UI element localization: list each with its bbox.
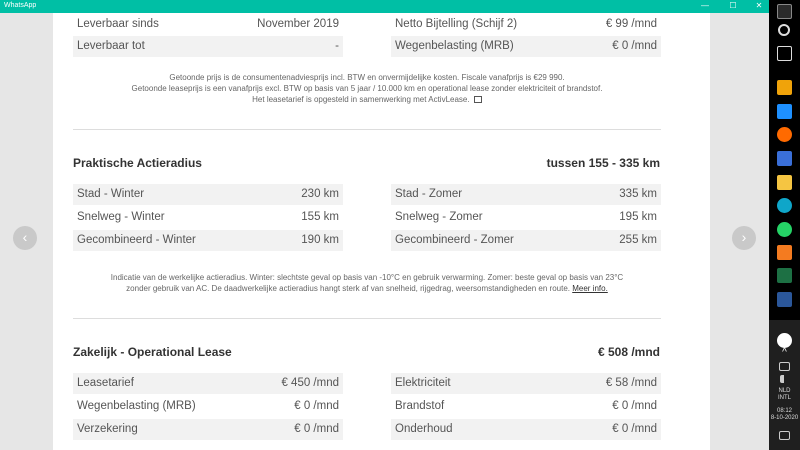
language-indicator[interactable]: NLD	[769, 388, 800, 395]
taskbar: ^ NLD INTL 08:12 8-10-2020	[769, 0, 800, 450]
lease-title: Zakelijk - Operational Lease	[73, 345, 232, 359]
lease-row: Verzekering € 0 /mnd	[73, 419, 343, 440]
lease-row: Brandstof € 0 /mnd	[391, 396, 661, 417]
spec-row: Leverbaar sinds November 2019	[73, 14, 343, 35]
maximize-button[interactable]: ☐	[722, 0, 744, 13]
range-row: Snelweg - Zomer 195 km	[391, 207, 661, 228]
word-icon[interactable]	[777, 292, 792, 307]
external-link-icon[interactable]	[473, 96, 482, 103]
more-info-link[interactable]: Meer info.	[572, 284, 608, 293]
app-icon[interactable]	[777, 245, 792, 260]
task-view-icon[interactable]	[777, 46, 792, 61]
lease-row: Leasetarief € 450 /mnd	[73, 373, 343, 394]
action-center-icon[interactable]	[779, 431, 790, 440]
prev-arrow-button[interactable]: ‹	[13, 226, 37, 250]
spec-row: Wegenbelasting (MRB) € 0 /mnd	[391, 36, 661, 57]
notification-app-icon[interactable]	[777, 333, 792, 348]
clock-date[interactable]: 8-10-2020	[769, 415, 800, 422]
edge-icon[interactable]	[777, 198, 792, 213]
range-row: Stad - Zomer 335 km	[391, 184, 661, 205]
network-icon[interactable]	[779, 362, 790, 371]
range-row: Snelweg - Winter 155 km	[73, 207, 343, 228]
window-title: WhatsApp	[4, 2, 37, 9]
window-titlebar: WhatsApp — ☐ ✕	[0, 0, 769, 13]
range-summary: tussen 155 - 335 km	[546, 156, 660, 170]
price-note: Getoonde prijs is de consumentenadviespr…	[131, 73, 603, 104]
firefox-icon[interactable]	[777, 127, 792, 142]
divider	[73, 318, 661, 319]
lease-row: Elektriciteit € 58 /mnd	[391, 373, 661, 394]
minimize-button[interactable]: —	[694, 0, 716, 13]
main-viewport: Leverbaar sinds November 2019 Leverbaar …	[0, 13, 769, 450]
range-note: Indicatie van de werkelijke actieradius.…	[110, 273, 624, 293]
range-row: Stad - Winter 230 km	[73, 184, 343, 205]
divider	[73, 129, 661, 130]
lease-row: Wegenbelasting (MRB) € 0 /mnd	[73, 396, 343, 417]
windows-start-icon[interactable]	[777, 4, 792, 19]
clock-time[interactable]: 08:12	[769, 408, 800, 415]
show-hidden-icons-button[interactable]: ^	[769, 347, 800, 358]
lease-row: Onderhoud € 0 /mnd	[391, 419, 661, 440]
next-arrow-button[interactable]: ›	[732, 226, 756, 250]
whatsapp-icon[interactable]	[777, 222, 792, 237]
store-icon[interactable]	[777, 80, 792, 95]
excel-icon[interactable]	[777, 268, 792, 283]
close-button[interactable]: ✕	[748, 0, 770, 13]
range-title: Praktische Actieradius	[73, 156, 202, 170]
mail-icon[interactable]	[777, 104, 792, 119]
spec-row: Leverbaar tot -	[73, 36, 343, 57]
range-row: Gecombineerd - Winter 190 km	[73, 230, 343, 251]
volume-icon[interactable]	[780, 375, 786, 383]
spec-row: Netto Bijtelling (Schijf 2) € 99 /mnd	[391, 14, 661, 35]
file-explorer-icon[interactable]	[777, 175, 792, 190]
range-row: Gecombineerd - Zomer 255 km	[391, 230, 661, 251]
keyboard-layout[interactable]: INTL	[769, 395, 800, 402]
calculator-icon[interactable]	[777, 151, 792, 166]
lease-total: € 508 /mnd	[597, 345, 660, 359]
search-icon[interactable]	[778, 24, 790, 36]
